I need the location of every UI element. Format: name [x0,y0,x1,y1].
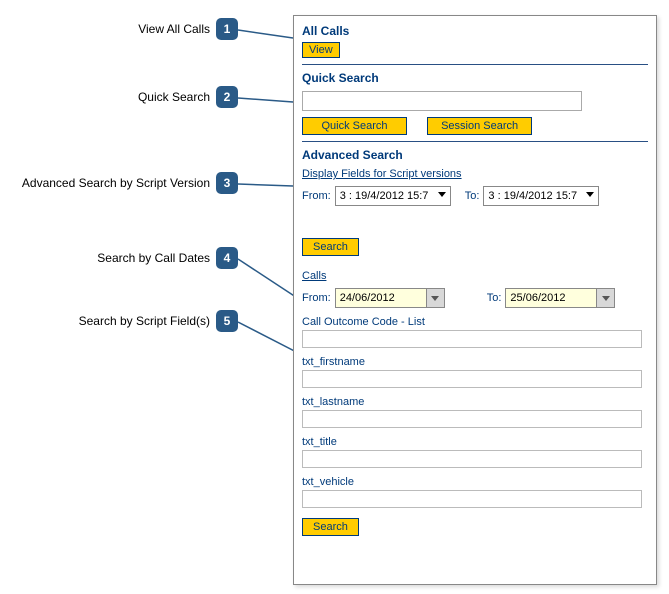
script-version-from-dropdown[interactable]: 3 : 19/4/2012 15:7 [335,186,451,206]
calls-link[interactable]: Calls [302,270,326,282]
script-field-label: txt_firstname [302,356,648,368]
callout-1-badge: 1 [216,18,238,40]
quick-search-title: Quick Search [302,71,648,85]
callout-3-label: Advanced Search by Script Version [22,176,210,190]
script-fields: Call Outcome Code - List txt_firstnametxt… [302,316,648,508]
callout-5: Search by Script Field(s) 5 [0,310,238,332]
callout-5-label: Search by Script Field(s) [79,314,210,328]
advanced-search-title: Advanced Search [302,148,648,162]
script-version-to-value: 3 : 19/4/2012 15:7 [488,190,577,202]
callout-2-badge: 2 [216,86,238,108]
all-calls-title: All Calls [302,24,648,38]
callout-4: Search by Call Dates 4 [0,247,238,269]
callout-2: Quick Search 2 [0,86,238,108]
divider [302,141,648,142]
script-field-input[interactable] [302,370,642,388]
calls-to-label: To: [487,292,502,304]
script-field-label: txt_vehicle [302,476,648,488]
callout-2-label: Quick Search [138,90,210,104]
chevron-down-icon [438,192,446,197]
script-field-input[interactable] [302,450,642,468]
chevron-down-icon [602,296,610,301]
script-field-label: txt_title [302,436,648,448]
callout-1: View All Calls 1 [0,18,238,40]
display-fields-link[interactable]: Display Fields for Script versions [302,168,462,180]
script-field-label: txt_lastname [302,396,648,408]
script-field-input[interactable] [302,330,642,348]
session-search-button[interactable]: Session Search [427,117,532,135]
calls-from-date-input[interactable] [335,288,427,308]
bottom-search-button[interactable]: Search [302,518,359,536]
callout-3: Advanced Search by Script Version 3 [0,172,238,194]
search-panel: All Calls View Quick Search Quick Search… [293,15,657,585]
script-version-to-dropdown[interactable]: 3 : 19/4/2012 15:7 [483,186,599,206]
callout-5-badge: 5 [216,310,238,332]
adv-from-label: From: [302,190,331,202]
calls-to-date-input[interactable] [505,288,597,308]
view-button[interactable]: View [302,42,340,58]
calls-to-date-picker-button[interactable] [597,288,615,308]
script-field-input[interactable] [302,410,642,428]
callout-4-badge: 4 [216,247,238,269]
adv-to-label: To: [465,190,480,202]
divider [302,64,648,65]
script-field-label: Call Outcome Code - List [302,316,648,328]
calls-from-date-picker-button[interactable] [427,288,445,308]
advanced-search-button[interactable]: Search [302,238,359,256]
script-version-from-value: 3 : 19/4/2012 15:7 [340,190,429,202]
callout-4-label: Search by Call Dates [97,251,210,265]
calls-from-label: From: [302,292,331,304]
callout-1-label: View All Calls [138,22,210,36]
quick-search-button[interactable]: Quick Search [302,117,407,135]
chevron-down-icon [431,296,439,301]
chevron-down-icon [586,192,594,197]
callout-3-badge: 3 [216,172,238,194]
script-field-input[interactable] [302,490,642,508]
quick-search-input[interactable] [302,91,582,111]
